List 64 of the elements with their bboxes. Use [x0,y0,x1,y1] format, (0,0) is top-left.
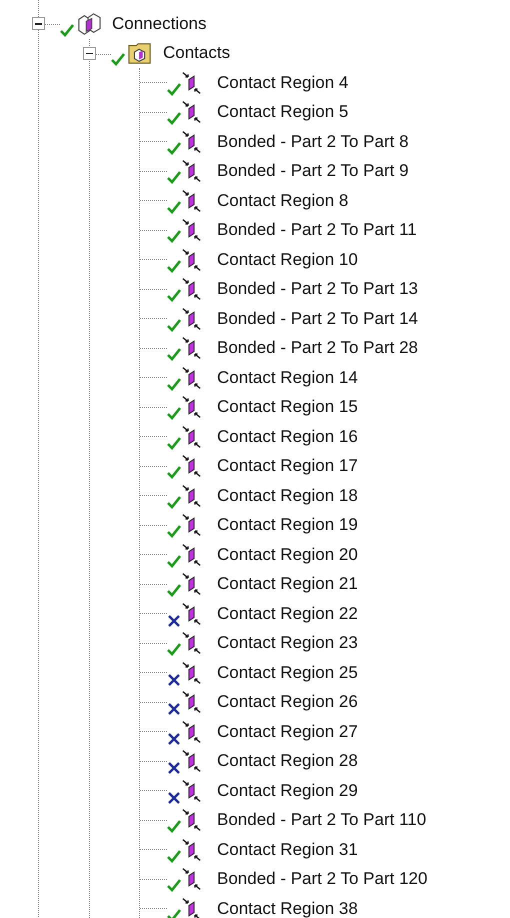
tree-item-label[interactable]: Contact Region 16 [217,426,358,447]
tree-item-label[interactable]: Contact Region 28 [217,751,358,772]
contact-icon [182,808,201,832]
tree-item-label[interactable]: Bonded - Part 2 To Part 13 [217,279,418,300]
tree-item-label[interactable]: Contact Region 18 [217,486,358,506]
contact-icon [182,896,201,918]
contact-icon [182,248,201,272]
tree-item-label[interactable]: Contact Region 14 [217,368,358,388]
tree-item-label[interactable]: Contact Region 29 [217,780,358,801]
contact-icon [182,336,201,360]
contact-icon [182,542,201,567]
tree-item-label[interactable]: Bonded - Part 2 To Part 14 [217,308,418,329]
tree-item-label[interactable]: Contact Region 20 [217,544,358,565]
contact-icon [182,484,201,508]
contact-icon [182,130,201,154]
tree-item-label[interactable]: Bonded - Part 2 To Part 110 [217,810,426,830]
tree-item-label[interactable]: Contact Region 26 [217,692,358,712]
contact-icon [182,660,201,685]
contact-icon [182,188,201,213]
tree-item-label[interactable]: Contact Region 10 [217,250,358,270]
tree-item-label[interactable]: Contact Region 21 [217,574,358,594]
tree-item-label[interactable]: Contact Region 17 [217,456,358,476]
contact-icon [182,395,201,420]
contact-icon [182,867,201,892]
contact-icon [182,720,201,744]
contact-icon [182,749,201,774]
tree-item-label[interactable]: Bonded - Part 2 To Part 28 [217,338,418,358]
tree-item-label[interactable]: Contact Region 4 [217,72,348,93]
contact-icon [182,70,201,95]
collapse-button[interactable] [32,17,45,30]
tree-item-label[interactable]: Contact Region 22 [217,604,358,624]
tree-item-label[interactable]: Contact Region 8 [217,190,348,211]
tree-item-label[interactable]: Contact Region 5 [217,102,348,122]
tree-item-label[interactable]: Contacts [163,43,230,64]
contact-icon [182,366,201,390]
contact-icon [182,100,201,124]
contact-icon [182,159,201,184]
tree-item-label[interactable]: Contact Region 15 [217,397,358,418]
contact-icon [182,277,201,302]
collapse-button[interactable] [83,46,96,60]
tree-item-label[interactable]: Bonded - Part 2 To Part 8 [217,132,409,152]
tree-item-label[interactable]: Contact Region 27 [217,722,358,742]
contact-icon [182,306,201,331]
folder-icon [127,41,153,66]
contact-icon [182,631,201,656]
contact-icon [182,602,201,626]
tree-item-label[interactable]: Bonded - Part 2 To Part 11 [217,220,417,240]
tree-item-label[interactable]: Contact Region 38 [217,898,358,918]
tree-item-label[interactable]: Bonded - Part 2 To Part 9 [217,161,409,182]
cubes-icon [76,12,102,36]
contact-icon [182,838,201,862]
tree-item-label[interactable]: Connections [112,14,207,34]
contact-icon [182,424,201,449]
tree-item-label[interactable]: Contact Region 23 [217,633,358,654]
contact-icon [182,513,201,538]
tree-item-label[interactable]: Contact Region 19 [217,515,358,536]
contact-icon [182,690,201,714]
contact-icon [182,454,201,478]
tree-item-label[interactable]: Bonded - Part 2 To Part 120 [217,869,428,890]
tree-item-label[interactable]: Contact Region 31 [217,840,358,860]
contact-icon [182,778,201,803]
contact-icon [182,572,201,596]
tree-item-label[interactable]: Contact Region 25 [217,662,358,683]
contact-icon [182,218,201,242]
